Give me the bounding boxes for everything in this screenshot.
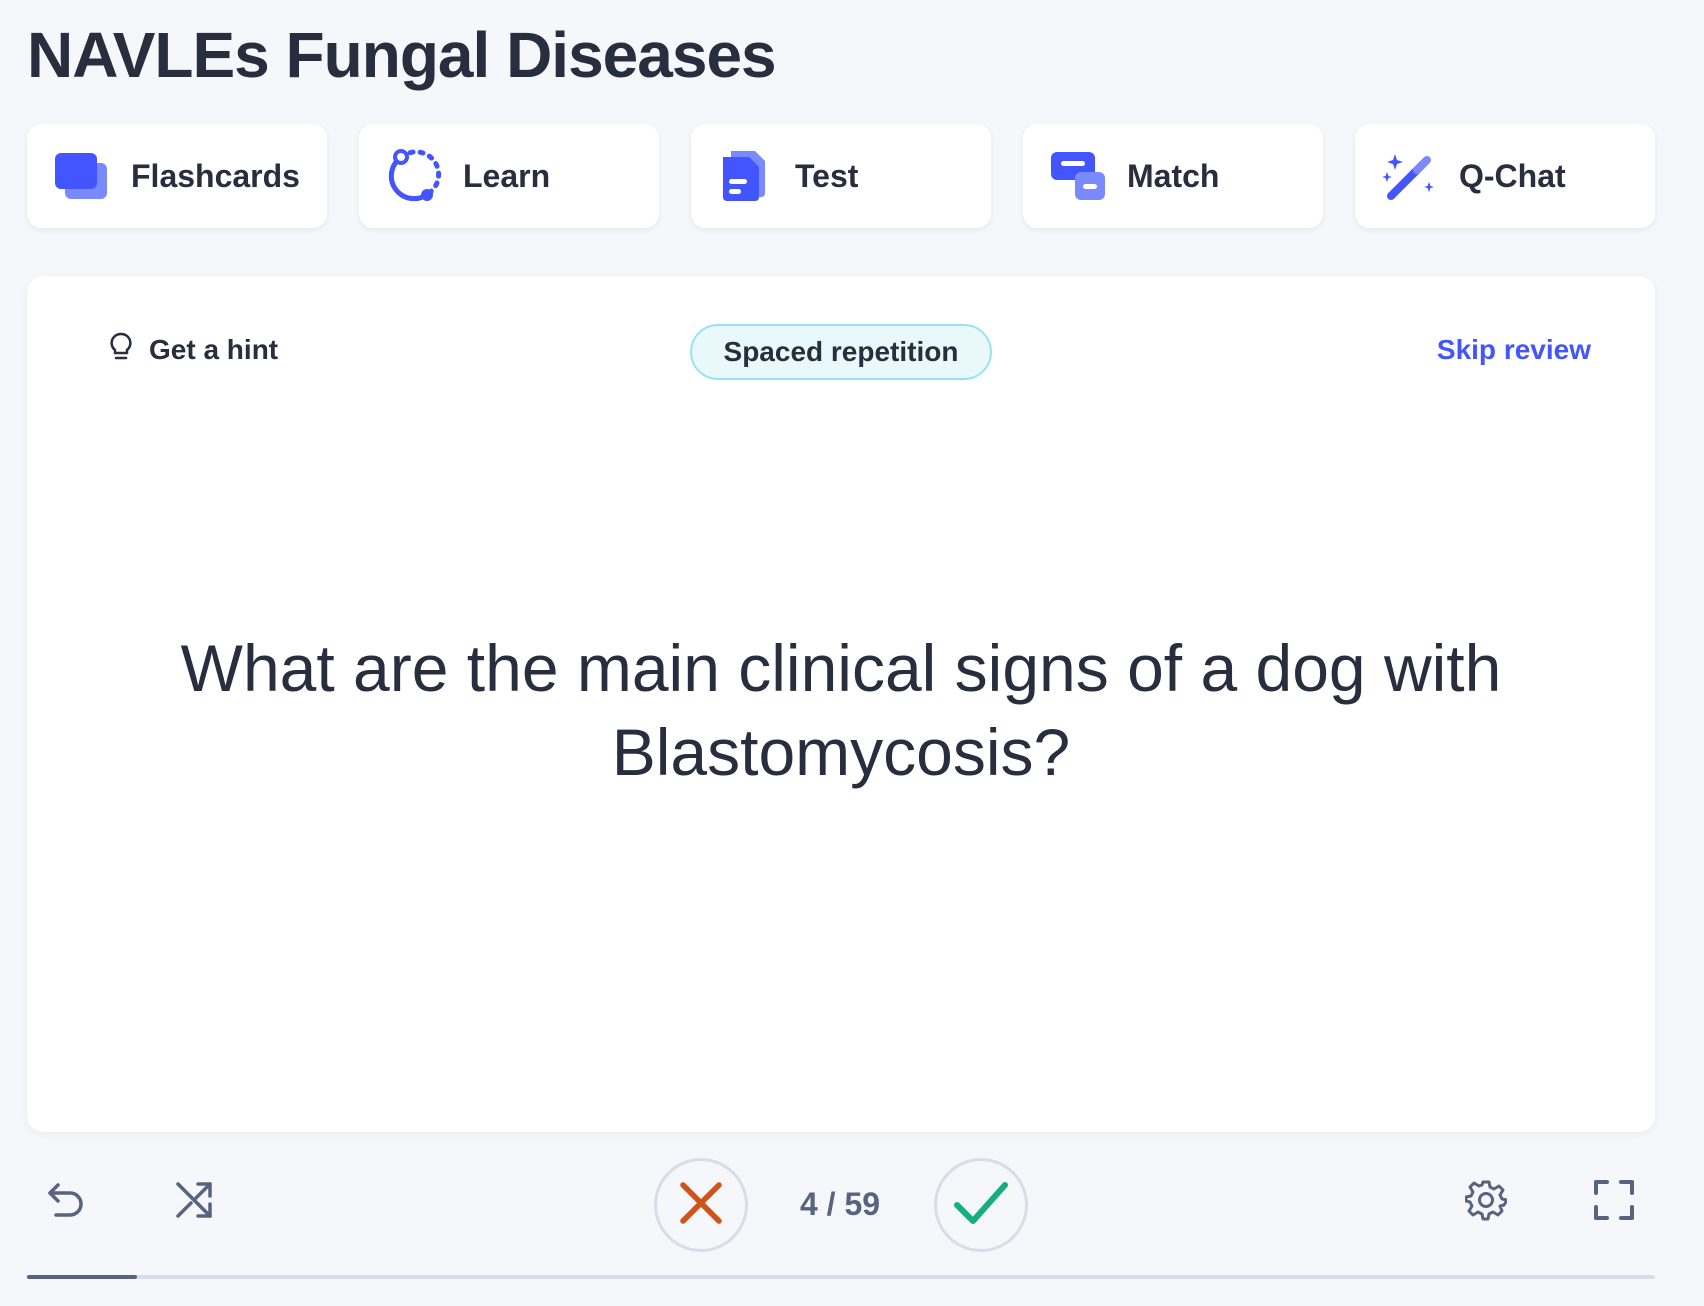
mark-incorrect-button[interactable] xyxy=(654,1158,748,1252)
undo-button[interactable] xyxy=(44,1180,88,1224)
lightbulb-icon xyxy=(109,332,133,367)
mode-match[interactable]: Match xyxy=(1023,124,1323,228)
magic-wand-icon xyxy=(1381,144,1445,208)
flashcard[interactable]: Get a hint Spaced repetition Skip review… xyxy=(27,276,1655,1132)
get-hint-button[interactable]: Get a hint xyxy=(109,332,278,367)
card-counter: 4 / 59 xyxy=(799,1186,881,1222)
page-title: NAVLEs Fungal Diseases xyxy=(27,19,777,91)
skip-review-link[interactable]: Skip review xyxy=(1437,334,1591,366)
mode-label: Test xyxy=(795,157,859,194)
settings-button[interactable] xyxy=(1464,1179,1509,1226)
mode-q-chat[interactable]: Q-Chat xyxy=(1355,124,1655,228)
hint-label: Get a hint xyxy=(149,333,279,365)
mode-label: Learn xyxy=(463,157,551,194)
mode-label: Flashcards xyxy=(131,157,300,194)
mode-label: Match xyxy=(1127,157,1220,194)
study-modes: Flashcards Learn Test Match Q-Chat xyxy=(27,124,1655,228)
flashcards-icon xyxy=(53,144,117,208)
gear-icon xyxy=(1464,1179,1509,1226)
fullscreen-icon xyxy=(1593,1179,1635,1226)
flashcards-page: NAVLEs Fungal Diseases Flashcards Learn xyxy=(0,0,1704,1306)
mode-flashcards[interactable]: Flashcards xyxy=(27,124,327,228)
progress-fill xyxy=(27,1275,138,1279)
mode-test[interactable]: Test xyxy=(691,124,991,228)
shuffle-icon xyxy=(174,1180,214,1225)
progress-bar xyxy=(27,1275,1655,1279)
card-question: What are the main clinical signs of a do… xyxy=(180,631,1502,789)
mode-label: Q-Chat xyxy=(1459,157,1566,194)
undo-icon xyxy=(46,1181,86,1224)
x-icon xyxy=(679,1181,723,1230)
match-icon xyxy=(1049,144,1113,208)
mode-learn[interactable]: Learn xyxy=(359,124,659,228)
shuffle-button[interactable] xyxy=(172,1180,216,1224)
fullscreen-button[interactable] xyxy=(1592,1179,1636,1226)
mark-correct-button[interactable] xyxy=(934,1158,1028,1252)
test-icon xyxy=(717,144,781,208)
spaced-repetition-badge: Spaced repetition xyxy=(690,324,992,380)
card-controls: 4 / 59 xyxy=(0,1150,1704,1260)
learn-icon xyxy=(385,144,449,208)
check-icon xyxy=(953,1181,1009,1230)
